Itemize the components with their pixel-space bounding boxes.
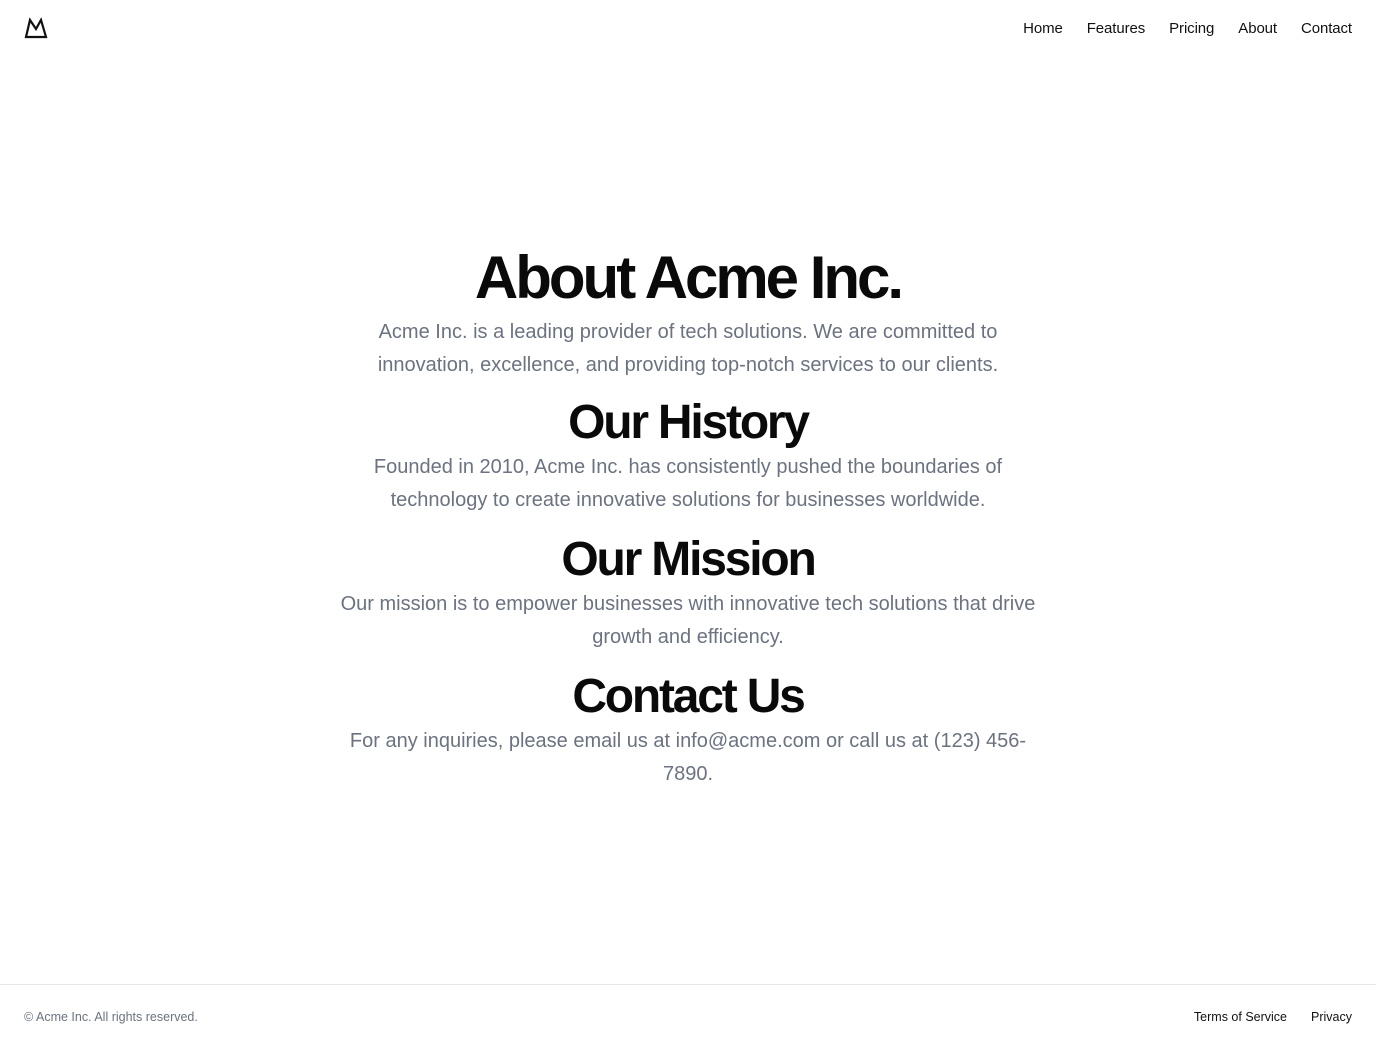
copyright-text: © Acme Inc. All rights reserved. bbox=[24, 1010, 198, 1024]
main-nav: Home Features Pricing About Contact bbox=[1023, 20, 1352, 37]
footer-link-privacy[interactable]: Privacy bbox=[1311, 1010, 1352, 1024]
mission-heading: Our Mission bbox=[561, 533, 816, 586]
mission-body: Our mission is to empower businesses wit… bbox=[340, 593, 1036, 648]
about-section: About Acme Inc. Acme Inc. is a leading p… bbox=[338, 240, 1038, 382]
mountain-icon bbox=[24, 17, 48, 39]
contact-body: For any inquiries, please email us at in… bbox=[349, 730, 1027, 785]
footer-link-terms[interactable]: Terms of Service bbox=[1194, 1010, 1287, 1024]
footer-links: Terms of Service Privacy bbox=[1194, 1010, 1352, 1024]
nav-features[interactable]: Features bbox=[1087, 20, 1146, 37]
site-footer: © Acme Inc. All rights reserved. Terms o… bbox=[0, 984, 1376, 1049]
history-heading: Our History bbox=[568, 396, 810, 449]
nav-about[interactable]: About bbox=[1238, 20, 1277, 37]
nav-pricing[interactable]: Pricing bbox=[1169, 20, 1214, 37]
page-title: About Acme Inc. bbox=[474, 244, 904, 311]
contact-heading: Contact Us bbox=[572, 670, 806, 723]
nav-contact[interactable]: Contact bbox=[1301, 20, 1352, 37]
contact-section: Contact Us For any inquiries, please ema… bbox=[338, 669, 1038, 791]
about-intro: Acme Inc. is a leading provider of tech … bbox=[377, 321, 999, 376]
mission-section: Our Mission Our mission is to empower bu… bbox=[338, 532, 1038, 654]
logo-link[interactable] bbox=[24, 16, 48, 40]
site-header: Home Features Pricing About Contact bbox=[0, 0, 1376, 56]
history-section: Our History Founded in 2010, Acme Inc. h… bbox=[338, 395, 1038, 517]
history-body: Founded in 2010, Acme Inc. has consisten… bbox=[373, 456, 1003, 511]
main-content: About Acme Inc. Acme Inc. is a leading p… bbox=[0, 240, 1376, 791]
nav-home[interactable]: Home bbox=[1023, 20, 1063, 37]
